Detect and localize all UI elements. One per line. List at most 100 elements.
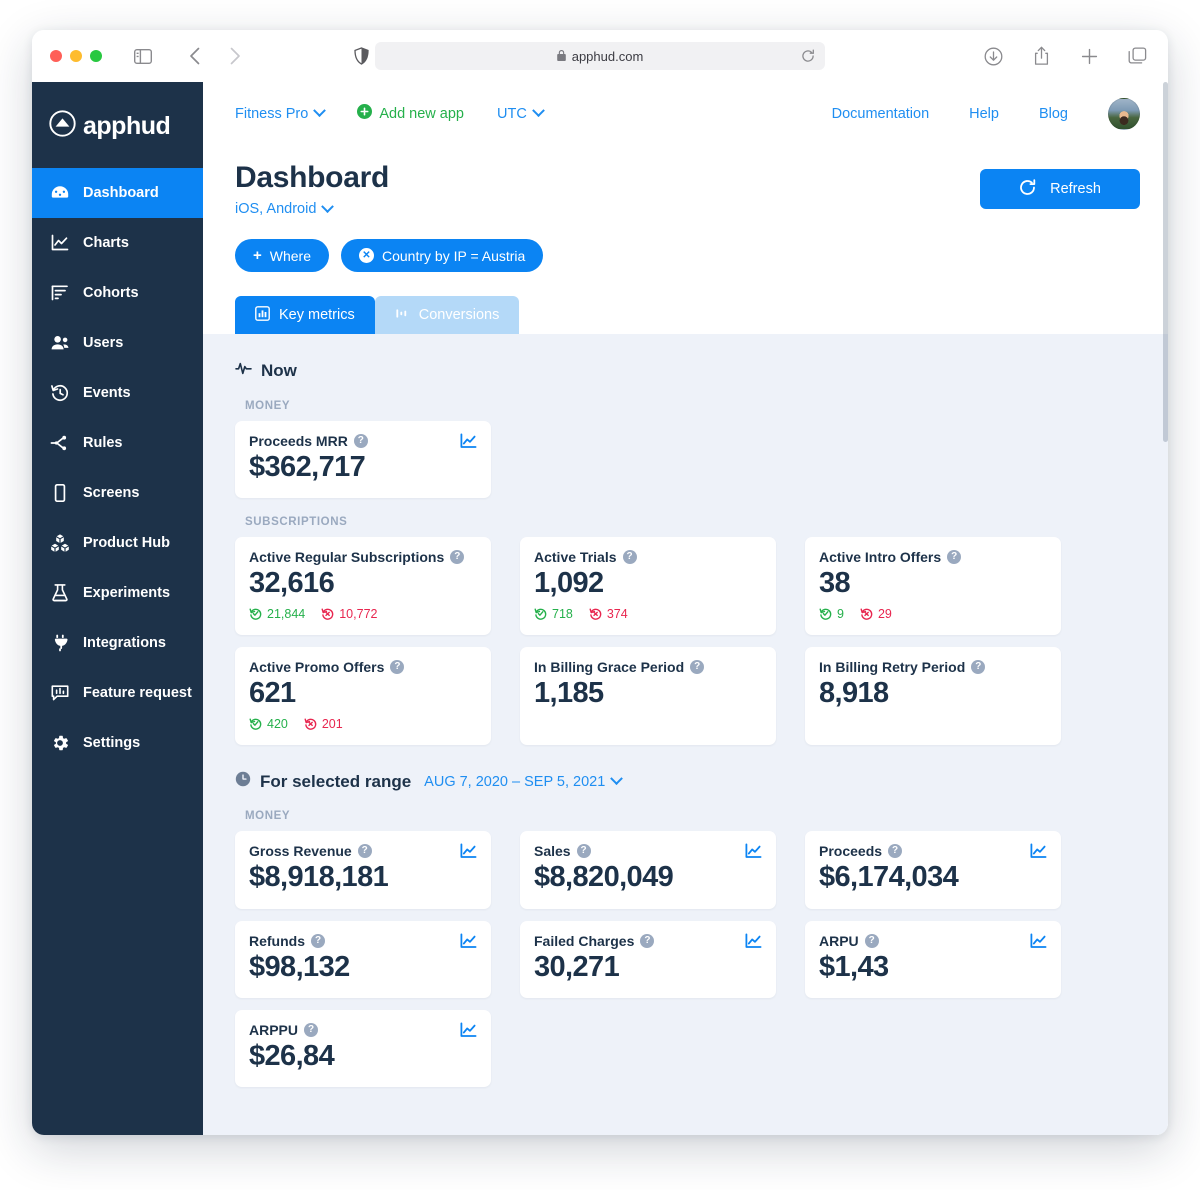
substat-cancelled: 29 [860, 607, 892, 621]
add-where-filter-button[interactable]: + Where [235, 239, 329, 272]
card-title-text: Active Intro Offers [819, 549, 942, 566]
brand-logo[interactable]: apphud [32, 86, 203, 168]
url-text: apphud.com [571, 48, 644, 64]
active-filter-chip[interactable]: ✕ Country by IP = Austria [341, 239, 544, 272]
sidebar-item-charts[interactable]: Charts [32, 218, 203, 268]
sidebar: apphud Dashboard Charts Cohorts Users Ev… [32, 82, 203, 1135]
metric-card-proceeds[interactable]: Proceeds ? $6,174,034 [805, 831, 1061, 909]
metric-card-proceeds-mrr[interactable]: Proceeds MRR ? $362,717 [235, 421, 491, 499]
help-icon[interactable]: ? [640, 933, 655, 948]
card-title: Active Intro Offers ? [819, 549, 962, 566]
open-chart-icon[interactable] [1030, 933, 1047, 949]
new-tab-icon[interactable] [1076, 43, 1102, 69]
tab-key-metrics[interactable]: Key metrics [235, 296, 375, 334]
privacy-shield-icon[interactable] [348, 43, 374, 69]
sidebar-item-cohorts[interactable]: Cohorts [32, 268, 203, 318]
metric-card-gross-revenue[interactable]: Gross Revenue ? $8,918,181 [235, 831, 491, 909]
sidebar-item-feature-request[interactable]: Feature request [32, 668, 203, 718]
card-title-text: Sales [534, 843, 571, 860]
help-icon[interactable]: ? [864, 933, 879, 948]
open-chart-icon[interactable] [460, 843, 477, 859]
sidebar-toggle-icon[interactable] [130, 43, 156, 69]
help-icon[interactable]: ? [450, 550, 465, 565]
help-icon[interactable]: ? [311, 933, 325, 948]
download-icon[interactable] [980, 43, 1006, 69]
close-window-button[interactable] [50, 50, 62, 62]
remove-filter-icon[interactable]: ✕ [359, 248, 374, 263]
help-icon[interactable]: ? [576, 844, 591, 859]
refresh-button[interactable]: Refresh [980, 169, 1140, 209]
page-scrollbar[interactable] [1163, 82, 1168, 1135]
sidebar-item-experiments[interactable]: Experiments [32, 568, 203, 618]
sidebar-item-rules[interactable]: Rules [32, 418, 203, 468]
help-icon[interactable]: ? [304, 1023, 319, 1038]
documentation-link[interactable]: Documentation [832, 106, 930, 122]
reload-icon[interactable] [801, 49, 815, 63]
metric-card-sales[interactable]: Sales ? $8,820,049 [520, 831, 776, 909]
platform-filter[interactable]: iOS, Android [235, 199, 335, 217]
share-icon[interactable] [1028, 43, 1054, 69]
rules-branch-icon [49, 432, 71, 454]
metric-card-in-billing-retry-period[interactable]: In Billing Retry Period ? 8,918 [805, 647, 1061, 746]
help-icon[interactable]: ? [690, 660, 705, 675]
refresh-icon [1019, 178, 1036, 200]
help-link[interactable]: Help [969, 106, 999, 122]
card-title-text: ARPPU [249, 1022, 299, 1039]
address-bar[interactable]: apphud.com [375, 42, 825, 70]
minimize-window-button[interactable] [70, 50, 82, 62]
sidebar-item-label: Experiments [83, 585, 171, 601]
app-selector[interactable]: Fitness Pro [235, 104, 327, 122]
metric-card-active-promo-offers[interactable]: Active Promo Offers ? 621 420 201 [235, 647, 491, 746]
range-heading: For selected range [260, 771, 412, 791]
card-title-text: Active Promo Offers [249, 659, 385, 676]
open-chart-icon[interactable] [460, 1022, 477, 1038]
card-title: Proceeds MRR ? [249, 433, 368, 449]
help-icon[interactable]: ? [947, 550, 962, 565]
help-icon[interactable]: ? [390, 660, 405, 675]
forward-button[interactable] [222, 43, 248, 69]
blog-link[interactable]: Blog [1039, 106, 1068, 122]
sidebar-item-integrations[interactable]: Integrations [32, 618, 203, 668]
sidebar-item-product-hub[interactable]: Product Hub [32, 518, 203, 568]
metric-card-arpu[interactable]: ARPU ? $1,43 [805, 920, 1061, 999]
sidebar-item-dashboard[interactable]: Dashboard [32, 168, 203, 218]
sidebar-item-screens[interactable]: Screens [32, 468, 203, 518]
scrollbar-thumb[interactable] [1163, 82, 1168, 442]
sidebar-item-users[interactable]: Users [32, 318, 203, 368]
avatar[interactable] [1108, 97, 1140, 130]
metric-card-refunds[interactable]: Refunds ? $98,132 [235, 920, 491, 999]
open-chart-icon[interactable] [1030, 843, 1047, 859]
card-title-text: Proceeds MRR [249, 433, 348, 449]
metric-card-active-regular-subscriptions[interactable]: Active Regular Subscriptions ? 32,616 21… [235, 537, 491, 636]
open-chart-icon[interactable] [745, 843, 762, 859]
substat-renewing: 9 [819, 607, 844, 621]
card-header: Active Trials ? [534, 549, 762, 565]
metric-card-arppu[interactable]: ARPPU ? $26,84 [235, 1010, 491, 1088]
maximize-window-button[interactable] [90, 50, 102, 62]
metric-card-failed-charges[interactable]: Failed Charges ? 30,271 [520, 920, 776, 999]
sidebar-item-settings[interactable]: Settings [32, 718, 203, 768]
sidebar-item-events[interactable]: Events [32, 368, 203, 418]
date-range-selector[interactable]: AUG 7, 2020 – SEP 5, 2021 [424, 772, 624, 790]
help-icon[interactable]: ? [971, 660, 986, 675]
help-icon[interactable]: ? [357, 844, 372, 859]
open-chart-icon[interactable] [460, 433, 477, 449]
funnel-icon [395, 306, 410, 325]
users-icon [49, 332, 71, 354]
sidebar-item-label: Integrations [83, 635, 166, 651]
timezone-selector[interactable]: UTC [497, 104, 545, 122]
metric-card-active-intro-offers[interactable]: Active Intro Offers ? 38 9 29 [805, 537, 1061, 636]
add-new-app-button[interactable]: Add new app [357, 104, 464, 123]
back-button[interactable] [182, 43, 208, 69]
metric-card-in-billing-grace-period[interactable]: In Billing Grace Period ? 1,185 [520, 647, 776, 746]
tabs-overview-icon[interactable] [1124, 43, 1150, 69]
sidebar-item-label: Dashboard [83, 185, 159, 201]
open-chart-icon[interactable] [745, 933, 762, 949]
card-header: Sales ? [534, 843, 762, 859]
tab-conversions[interactable]: Conversions [374, 296, 520, 334]
open-chart-icon[interactable] [460, 933, 477, 949]
help-icon[interactable]: ? [622, 550, 637, 565]
help-icon[interactable]: ? [888, 844, 903, 859]
help-icon[interactable]: ? [353, 434, 368, 448]
metric-card-active-trials[interactable]: Active Trials ? 1,092 718 374 [520, 537, 776, 636]
